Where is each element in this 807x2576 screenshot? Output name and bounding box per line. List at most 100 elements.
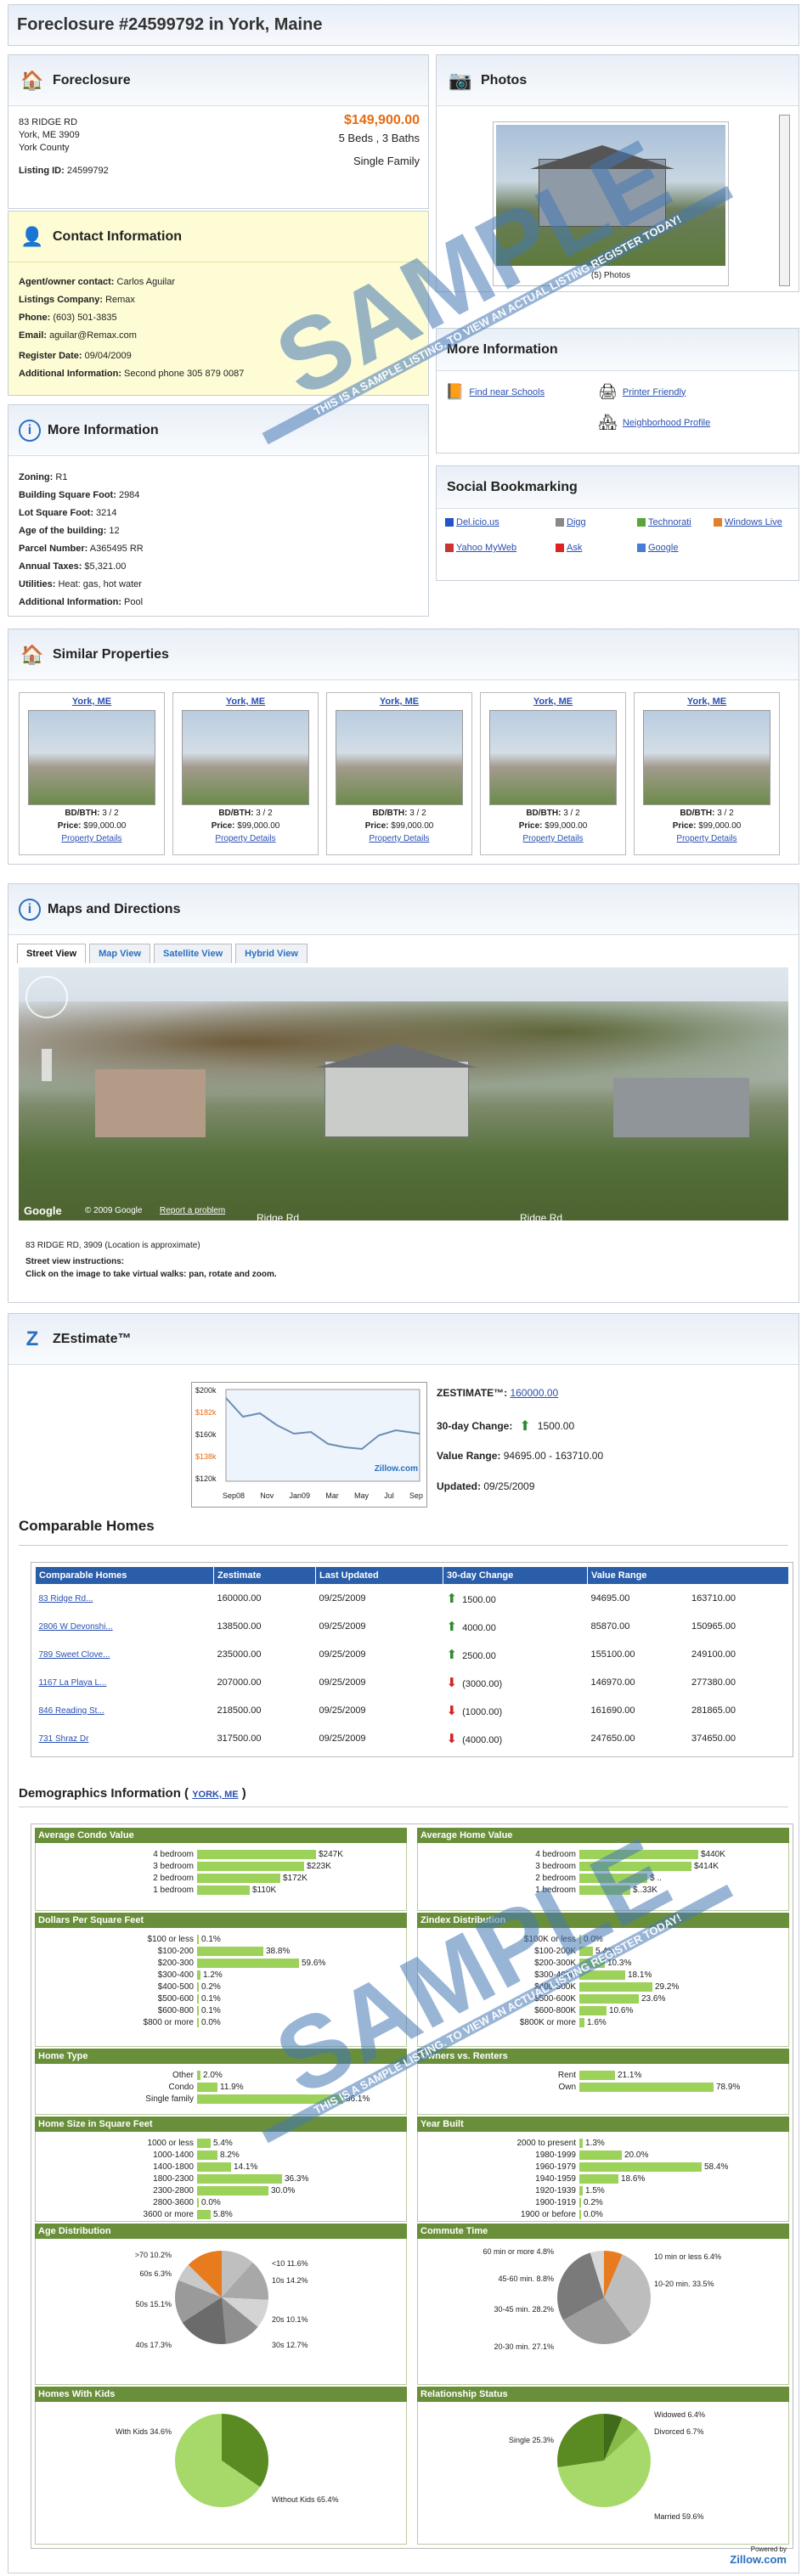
maps-heading: Maps and Directions	[48, 901, 181, 916]
comparable-home-link[interactable]: 846 Reading St...	[35, 1696, 214, 1725]
photos-scrollbar[interactable]	[779, 115, 790, 286]
similar-property-card[interactable]: York, ME BD/BTH: 3 / 2 Price: $99,000.00 Pr…	[480, 692, 626, 855]
zillow-logo: Zillow.com	[730, 2553, 787, 2566]
schools-link-wrap[interactable]: 📙 Find near Schools	[445, 383, 545, 401]
similar-photo[interactable]	[489, 710, 617, 805]
contact-row: Listings Company: Remax	[19, 295, 135, 305]
similar-property-card[interactable]: York, ME BD/BTH: 3 / 2 Price: $99,000.00 Pr…	[19, 692, 165, 855]
similar-bdbth: BD/BTH: 3 / 2	[680, 809, 734, 818]
maps-box: i Maps and Directions Street View Map View…	[8, 883, 799, 1303]
demo-panel-size: Home Size in Square Feet 1000 or less 5.4%…	[35, 2117, 407, 2222]
property-details-link[interactable]: Property Details	[635, 834, 779, 843]
report-problem-link[interactable]: Report a problem	[160, 1206, 225, 1215]
neighborhood-link-wrap[interactable]: 🏘 Neighborhood Profile	[598, 414, 710, 431]
comparable-home-link[interactable]: 83 Ridge Rd...	[35, 1584, 214, 1613]
similar-city-link[interactable]: York, ME	[20, 696, 164, 707]
similar-photo[interactable]	[643, 710, 770, 805]
property-details-link[interactable]: Property Details	[481, 834, 625, 843]
comparable-home-link[interactable]: 731 Shraz Dr	[35, 1724, 214, 1753]
printer-link-wrap[interactable]: 🖨 Printer Friendly	[598, 383, 686, 401]
page-title: Foreclosure #24599792 in York, Maine	[17, 15, 323, 34]
bookmark-icon	[714, 518, 722, 527]
table-row: 1167 La Playa L... 207000.00 09/25/2009 ⬇ (3…	[35, 1668, 789, 1697]
more-info-row: Utilities: Heat: gas, hot water	[19, 579, 142, 589]
bookmark-icon	[445, 518, 454, 527]
bookmark-icon	[637, 544, 646, 552]
column-header: Comparable Homes	[35, 1566, 214, 1585]
demo-bar	[579, 1946, 593, 1956]
similar-photo[interactable]	[336, 710, 463, 805]
comparable-home-link[interactable]: 1167 La Playa L...	[35, 1668, 214, 1697]
property-details-link[interactable]: Property Details	[20, 834, 164, 843]
links-heading: More Information	[447, 341, 558, 357]
main-photo[interactable]: (5) Photos	[493, 121, 729, 286]
zoom-control[interactable]	[41, 1048, 53, 1082]
demo-bar-row: 1920-1939 1.5%	[535, 2185, 605, 2196]
comparable-home-link[interactable]: 789 Sweet Clove...	[35, 1640, 214, 1669]
property-details-link[interactable]: Property Details	[327, 834, 471, 843]
pie-label: 20s 10.1%	[272, 2315, 308, 2324]
similar-photo[interactable]	[28, 710, 155, 805]
street-view-instructions: Click on the image to take virtual walks…	[25, 1270, 277, 1279]
updated-cell: 09/25/2009	[315, 1584, 443, 1613]
demo-panel-title: Average Home Value	[417, 1828, 789, 1843]
printer-link[interactable]: Printer Friendly	[623, 387, 686, 397]
demo-bar	[197, 2162, 231, 2172]
range-high-cell: 374650.00	[688, 1724, 789, 1753]
similar-city-link[interactable]: York, ME	[635, 696, 779, 707]
zestimate-cell: 235000.00	[213, 1640, 316, 1669]
demo-bar	[579, 2070, 615, 2080]
social-link-technorati[interactable]: Technorati	[637, 517, 691, 527]
pie-label: 30s 12.7%	[272, 2341, 308, 2349]
demo-bar	[579, 1970, 625, 1980]
photos-heading: Photos	[481, 72, 528, 87]
zestimate-heading: ZEstimate™	[53, 1331, 132, 1346]
similar-city-link[interactable]: York, ME	[173, 696, 318, 707]
property-details-link[interactable]: Property Details	[173, 834, 318, 843]
demo-bar	[579, 2173, 618, 2184]
social-link-google[interactable]: Google	[637, 543, 678, 553]
schools-link[interactable]: Find near Schools	[469, 387, 545, 397]
bookmark-icon	[637, 518, 646, 527]
demo-bar-row: Other 2.0%	[172, 2070, 223, 2080]
comparable-heading: Comparable Homes	[19, 1518, 155, 1534]
similar-property-card[interactable]: York, ME BD/BTH: 3 / 2 Price: $99,000.00 Pr…	[326, 692, 472, 855]
demo-bar-row: 1800-2300 36.3%	[153, 2173, 309, 2184]
social-link-yahoomyweb[interactable]: Yahoo MyWeb	[445, 543, 516, 553]
street-view[interactable]: Google © 2009 Google Report a problem Ri…	[19, 967, 788, 1220]
updated-cell: 09/25/2009	[315, 1668, 443, 1697]
demo-bar-row: $600-800K 10.6%	[534, 2005, 634, 2015]
tab-satellite-view[interactable]: Satellite View	[154, 944, 233, 963]
demo-panel-home: Average Home Value 4 bedroom $440K 3 bedroo…	[417, 1828, 789, 1911]
comparable-home-link[interactable]: 2806 W Devonshi...	[35, 1612, 214, 1641]
similar-city-link[interactable]: York, ME	[481, 696, 625, 707]
similar-property-card[interactable]: York, ME BD/BTH: 3 / 2 Price: $99,000.00 Pr…	[634, 692, 780, 855]
pie-label: 50s 15.1%	[135, 2300, 172, 2308]
demo-bar-row: $300-400 1.2%	[157, 1970, 223, 1980]
similar-property-card[interactable]: York, ME BD/BTH: 3 / 2 Price: $99,000.00 Pr…	[172, 692, 319, 855]
neighborhood-link[interactable]: Neighborhood Profile	[623, 418, 710, 428]
demo-panel-title: Commute Time	[417, 2224, 789, 2239]
similar-photo[interactable]	[182, 710, 309, 805]
demographics-location-link[interactable]: YORK, ME	[192, 1790, 238, 1800]
demo-bar-row: $800K or more 1.6%	[519, 2017, 607, 2027]
photos-caption: (5) Photos	[590, 271, 631, 280]
tab-map-view[interactable]: Map View	[89, 944, 151, 963]
more-info-row: Building Square Foot: 2984	[19, 490, 140, 500]
person-icon: 👤	[20, 225, 44, 247]
similar-city-link[interactable]: York, ME	[327, 696, 471, 707]
pan-control[interactable]	[25, 976, 68, 1018]
tab-street-view[interactable]: Street View	[17, 944, 87, 963]
tab-hybrid-view[interactable]: Hybrid View	[235, 944, 308, 963]
social-link-delicious[interactable]: Del.icio.us	[445, 517, 499, 527]
demo-bar	[579, 1873, 647, 1883]
demo-bar-row: 4 bedroom $440K	[535, 1849, 725, 1859]
camera-icon: 📷	[449, 69, 472, 91]
social-link-windowslive[interactable]: Windows Live	[714, 517, 782, 527]
similar-price: Price: $99,000.00	[57, 821, 127, 831]
social-link-digg[interactable]: Digg	[556, 517, 586, 527]
range-high-cell: 249100.00	[688, 1640, 789, 1669]
demo-bar-row: 1 bedroom $..33K	[535, 1885, 657, 1895]
demo-bar	[197, 1861, 304, 1871]
social-link-ask[interactable]: Ask	[556, 543, 582, 553]
